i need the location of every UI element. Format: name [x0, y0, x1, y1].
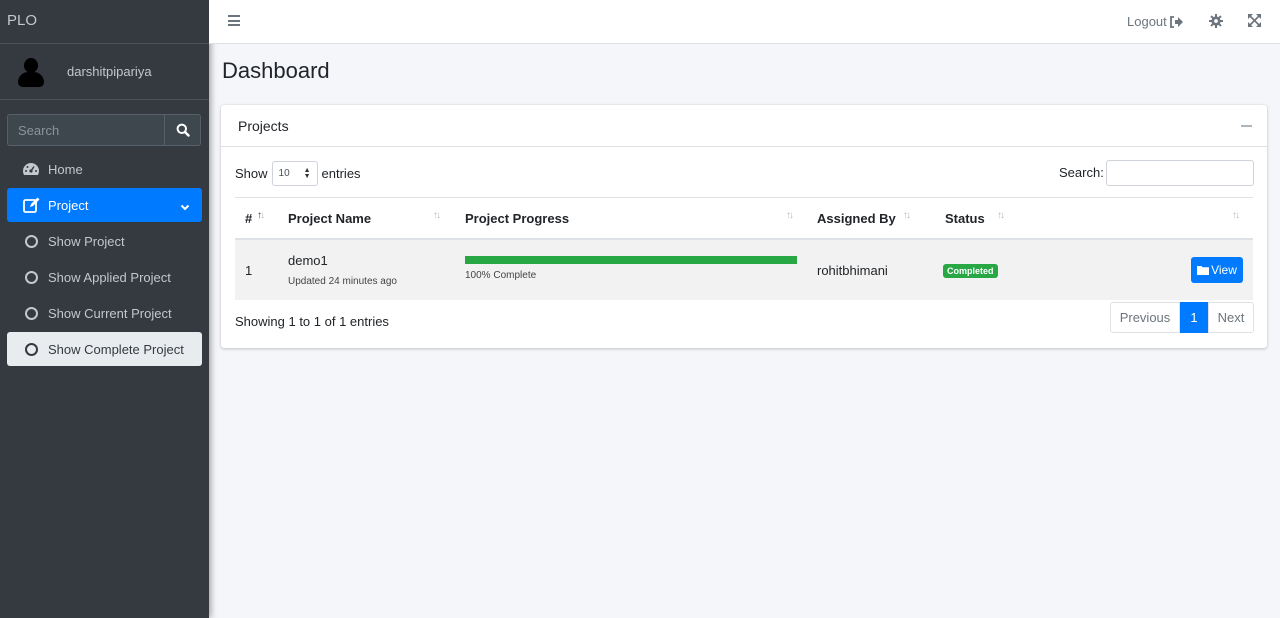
gear-icon[interactable]: [1209, 14, 1223, 31]
table-info: Showing 1 to 1 of 1 entries: [235, 314, 389, 329]
menu-toggle-icon[interactable]: [228, 15, 240, 26]
circle-icon: [22, 340, 40, 358]
sort-icon: ↑↓: [997, 210, 1005, 221]
project-name: demo1: [288, 253, 328, 268]
column-header-assigned-by[interactable]: Assigned By: [817, 211, 896, 226]
entries-select-value: 10: [278, 168, 290, 179]
next-page-button[interactable]: Next: [1208, 302, 1254, 333]
sign-out-icon: [1169, 15, 1183, 28]
assigned-by: rohitbhimani: [817, 263, 888, 278]
previous-page-button[interactable]: Previous: [1110, 302, 1180, 333]
view-button[interactable]: View: [1191, 257, 1243, 283]
progress-fill: [465, 256, 797, 264]
user-name[interactable]: darshitpipariya: [67, 64, 152, 79]
table-search-input[interactable]: [1106, 160, 1254, 186]
status-badge: Completed: [943, 264, 998, 278]
avatar[interactable]: [16, 57, 46, 87]
sort-icon: ↑↓: [433, 210, 441, 221]
sidebar-item-label: Show Project: [48, 233, 125, 249]
circle-icon: [22, 304, 40, 322]
brand-logo[interactable]: PLO: [0, 0, 209, 44]
fullscreen-icon[interactable]: [1248, 14, 1261, 30]
card-title: Projects: [238, 117, 289, 134]
sidebar-item-label: Show Applied Project: [48, 269, 171, 285]
show-label: Show: [235, 166, 268, 181]
logout-label: Logout: [1127, 14, 1167, 29]
sidebar-item-label: Show Complete Project: [48, 341, 184, 357]
sidebar-item-project[interactable]: Project: [7, 188, 202, 222]
sort-icon: ↑↓: [903, 210, 911, 221]
sidebar-nav: Home Project Show Project Show Applied P…: [7, 152, 202, 368]
page-title: Dashboard: [222, 58, 330, 83]
dashboard-icon: [22, 160, 40, 178]
projects-card: Projects Show 10 ▲ ▼ entries Search: # ↑↓…: [221, 105, 1267, 348]
view-button-label: View: [1211, 263, 1237, 277]
sidebar: PLO darshitpipariya Home Project Sh: [0, 0, 209, 618]
page-button-1[interactable]: 1: [1180, 302, 1208, 333]
entries-label: entries: [321, 166, 361, 181]
chevron-down-icon: [180, 199, 190, 214]
table-row: 1 demo1 Updated 24 minutes ago 100% Comp…: [235, 240, 1253, 300]
table-header: # ↑↓ Project Name ↑↓ Project Progress ↑↓…: [235, 198, 1253, 240]
sort-asc-icon: ↑↓: [257, 210, 265, 221]
column-header-status[interactable]: Status: [945, 211, 985, 226]
folder-icon: [1197, 266, 1210, 275]
column-header-project-progress[interactable]: Project Progress: [465, 211, 569, 226]
entries-length-control: Show 10 ▲ ▼ entries: [235, 161, 361, 186]
project-progress-bar: [465, 256, 797, 264]
row-number: 1: [245, 263, 253, 278]
circle-icon: [22, 268, 40, 286]
sidebar-item-label: Project: [48, 197, 89, 213]
top-navbar: Logout: [209, 0, 1280, 44]
sidebar-item-show-applied-project[interactable]: Show Applied Project: [7, 260, 202, 294]
sidebar-search-input[interactable]: [7, 114, 164, 146]
sidebar-search: [7, 114, 201, 146]
minus-icon[interactable]: [1241, 125, 1252, 127]
column-header-num[interactable]: #: [245, 211, 252, 226]
circle-icon: [22, 232, 40, 250]
sidebar-search-button[interactable]: [164, 114, 201, 146]
sidebar-item-label: Home: [48, 161, 83, 177]
projects-table: # ↑↓ Project Name ↑↓ Project Progress ↑↓…: [235, 197, 1253, 300]
table-search-label: Search:: [1059, 165, 1104, 180]
pagination: Previous 1 Next: [1110, 302, 1254, 333]
sidebar-item-show-project[interactable]: Show Project: [7, 224, 202, 258]
sidebar-item-show-current-project[interactable]: Show Current Project: [7, 296, 202, 330]
sort-icon: ↑↓: [1232, 210, 1240, 221]
edit-icon: [22, 196, 40, 214]
sort-arrows-icon: ▲ ▼: [303, 167, 311, 180]
sort-icon: ↑↓: [786, 210, 794, 221]
entries-select[interactable]: 10 ▲ ▼: [271, 161, 318, 186]
sidebar-item-label: Show Current Project: [48, 305, 172, 321]
sidebar-item-home[interactable]: Home: [7, 152, 202, 186]
column-header-project-name[interactable]: Project Name: [288, 211, 371, 226]
search-icon: [176, 123, 190, 137]
user-panel: darshitpipariya: [0, 44, 209, 100]
sidebar-item-show-complete-project[interactable]: Show Complete Project: [7, 332, 202, 366]
project-updated: Updated 24 minutes ago: [288, 276, 397, 287]
logout-link[interactable]: Logout: [1127, 14, 1183, 29]
progress-text: 100% Complete: [465, 270, 537, 281]
card-header: Projects: [221, 105, 1267, 147]
